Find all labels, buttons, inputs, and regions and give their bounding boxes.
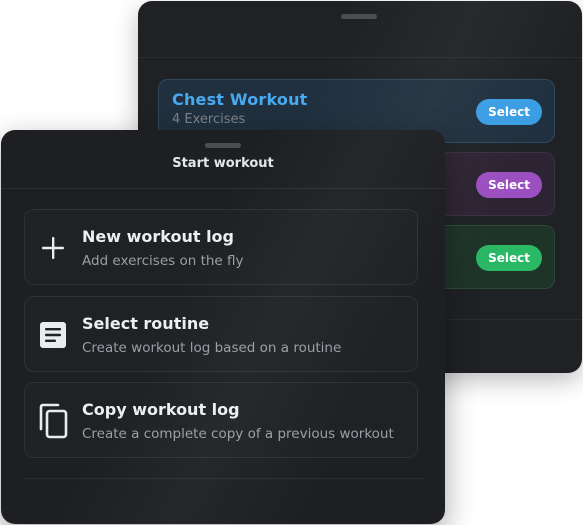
routine-title: Chest Workout: [172, 90, 308, 109]
option-subtitle: Create workout log based on a routine: [82, 340, 342, 356]
select-routine-option[interactable]: Select routine Create workout log based …: [24, 296, 418, 372]
routine-exercise-count: 4 Exercises: [172, 112, 246, 127]
option-title: Copy workout log: [82, 400, 240, 419]
sheet-drag-handle[interactable]: [205, 143, 241, 148]
option-title: Select routine: [82, 314, 210, 333]
stage: Chest Workout 4 Exercises Select Select …: [0, 0, 583, 525]
document-icon: [37, 319, 69, 351]
divider: [1, 188, 445, 189]
sheet-title: Start workout: [172, 156, 274, 171]
copy-workout-log-option[interactable]: Copy workout log Create a complete copy …: [24, 382, 418, 458]
select-button[interactable]: Select: [476, 172, 542, 198]
sheet-drag-handle[interactable]: [341, 14, 377, 19]
copy-icon: [37, 403, 69, 439]
new-workout-log-option[interactable]: New workout log Add exercises on the fly: [24, 209, 418, 285]
option-title: New workout log: [82, 227, 234, 246]
option-subtitle: Add exercises on the fly: [82, 253, 244, 269]
divider: [138, 57, 582, 58]
divider: [23, 478, 423, 479]
option-subtitle: Create a complete copy of a previous wor…: [82, 426, 394, 442]
plus-icon: [37, 232, 69, 264]
start-workout-sheet: Start workout New workout log Add exerci…: [1, 130, 445, 524]
select-button[interactable]: Select: [476, 245, 542, 271]
select-button[interactable]: Select: [476, 99, 542, 125]
